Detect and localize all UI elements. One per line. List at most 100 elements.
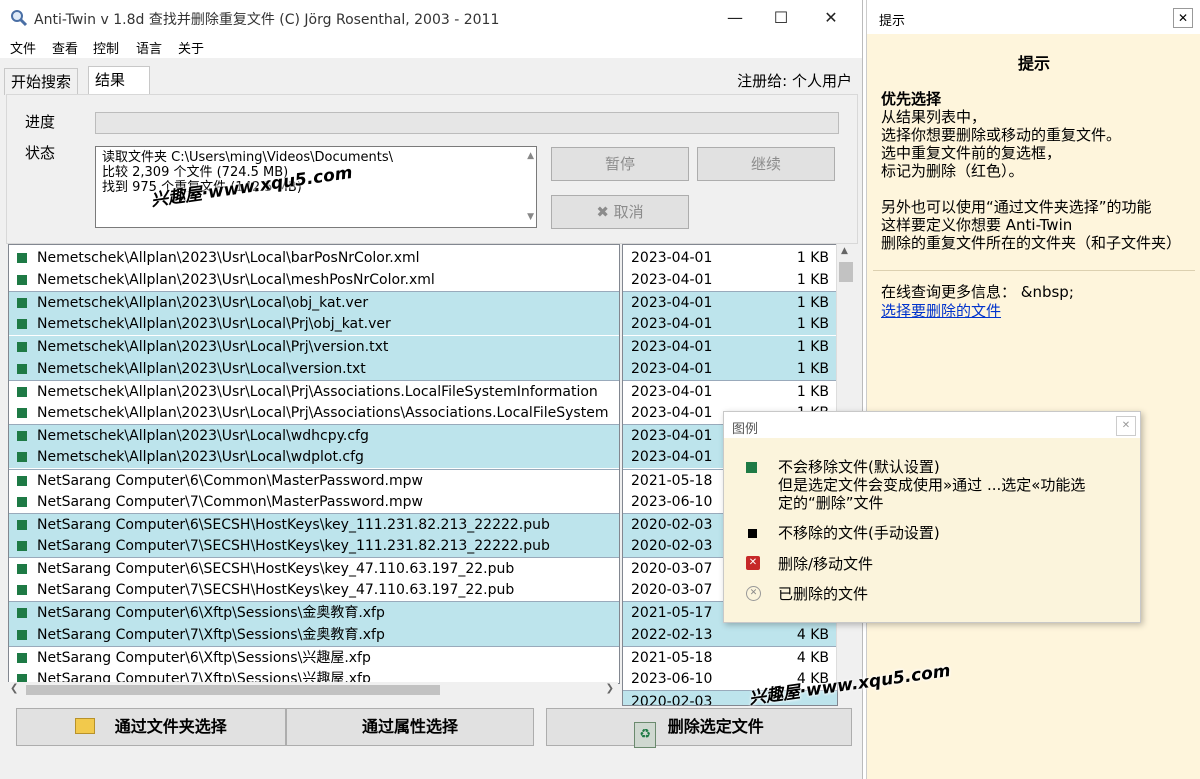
file-row[interactable]: NetSarang Computer\6\Common\MasterPasswo… xyxy=(9,468,619,492)
file-row[interactable]: NetSarang Computer\7\SECSH\HostKeys\key_… xyxy=(9,579,619,601)
file-path: Nemetschek\Allplan\2023\Usr\Local\Prj\As… xyxy=(37,405,609,422)
file-row[interactable]: Nemetschek\Allplan\2023\Usr\Local\Prj\As… xyxy=(9,379,619,403)
delete-selected-button[interactable]: ♻ 删除选定文件 xyxy=(546,708,852,748)
hint-heading: 优先选择 xyxy=(881,90,942,108)
green-square-icon[interactable] xyxy=(17,298,27,309)
select-by-folder-button[interactable]: 通过文件夹选择 xyxy=(16,708,286,746)
file-row[interactable]: NetSarang Computer\6\SECSH\HostKeys\key_… xyxy=(9,512,619,536)
date-size-row[interactable]: 2023-04-01 1 KB xyxy=(623,357,837,380)
window-title: Anti-Twin v 1.8d 查找并删除重复文件 (C) Jörg Rose… xyxy=(34,12,500,28)
green-square-icon[interactable] xyxy=(17,408,27,419)
date-size-row[interactable]: 2021-05-18 4 KB xyxy=(623,645,837,669)
green-square-icon[interactable] xyxy=(17,629,27,640)
file-date: 2020-03-07 xyxy=(631,561,713,578)
date-size-row[interactable]: 2023-04-01 1 KB xyxy=(623,335,837,358)
file-row[interactable]: NetSarang Computer\7\SECSH\HostKeys\key_… xyxy=(9,534,619,557)
file-list[interactable]: Nemetschek\Allplan\2023\Usr\Local\barPos… xyxy=(8,244,620,684)
maximize-button[interactable]: ☐ xyxy=(758,4,804,32)
main-window: Anti-Twin v 1.8d 查找并删除重复文件 (C) Jörg Rose… xyxy=(0,0,863,779)
file-row[interactable]: Nemetschek\Allplan\2023\Usr\Local\obj_ka… xyxy=(9,291,619,315)
file-row[interactable]: NetSarang Computer\7\Common\MasterPasswo… xyxy=(9,491,619,513)
scroll-right-icon[interactable]: ❯ xyxy=(606,683,614,694)
hint-body: 优先选择 从结果列表中， 选择你想要删除或移动的重复文件。 选中重复文件前的复选… xyxy=(881,90,1187,252)
scroll-down-icon[interactable]: ▼ xyxy=(527,210,534,225)
date-size-row[interactable]: 2023-04-01 1 KB xyxy=(623,379,837,403)
green-square-icon xyxy=(746,462,757,473)
file-row[interactable]: Nemetschek\Allplan\2023\Usr\Local\barPos… xyxy=(9,247,619,269)
continue-button[interactable]: 继续 xyxy=(697,147,835,181)
hint-link[interactable]: 选择要删除的文件 xyxy=(881,300,1001,321)
recycle-bin-icon: ♻ xyxy=(634,722,657,748)
menu-about[interactable]: 关于 xyxy=(178,38,204,57)
hint-close-button[interactable]: ✕ xyxy=(1173,8,1193,28)
legend-close-button[interactable]: ✕ xyxy=(1116,416,1136,436)
file-row[interactable]: Nemetschek\Allplan\2023\Usr\Local\Prj\ob… xyxy=(9,313,619,336)
file-row[interactable]: NetSarang Computer\6\SECSH\HostKeys\key_… xyxy=(9,557,619,580)
menu-file[interactable]: 文件 xyxy=(10,38,36,57)
select-by-attribute-button[interactable]: 通过属性选择 xyxy=(286,708,534,746)
pause-button[interactable]: 暂停 xyxy=(551,147,689,181)
legend-title-bar: 图例 ✕ xyxy=(724,412,1140,438)
green-square-icon[interactable] xyxy=(17,585,27,596)
file-date: 2023-04-01 xyxy=(631,428,713,445)
scroll-up-icon[interactable]: ▲ xyxy=(841,246,848,256)
date-size-row[interactable]: 2023-04-01 1 KB xyxy=(623,313,837,336)
green-square-icon[interactable] xyxy=(17,608,27,619)
tab-results[interactable]: 结果 xyxy=(88,66,150,95)
hint-title-bar: 提示 ✕ xyxy=(867,0,1200,34)
close-button[interactable]: ✕ xyxy=(808,4,854,32)
date-size-row[interactable]: 2023-04-01 1 KB xyxy=(623,291,837,315)
menu-language[interactable]: 语言 xyxy=(136,38,162,57)
scroll-left-icon[interactable]: ❮ xyxy=(10,683,18,694)
green-square-icon[interactable] xyxy=(17,652,27,663)
scroll-thumb[interactable] xyxy=(26,685,440,695)
green-square-icon[interactable] xyxy=(17,275,27,286)
file-row[interactable]: Nemetschek\Allplan\2023\Usr\Local\wdhcpy… xyxy=(9,424,619,448)
file-size: 1 KB xyxy=(796,383,829,400)
green-square-icon[interactable] xyxy=(17,564,27,575)
file-date: 2022-02-13 xyxy=(631,626,713,643)
gray-x-icon: ✕ xyxy=(746,586,761,601)
legend-line: 定的“删除”文件 xyxy=(778,494,884,512)
file-row[interactable]: NetSarang Computer\6\Xftp\Sessions\金奥教育.… xyxy=(9,601,619,625)
file-row[interactable]: Nemetschek\Allplan\2023\Usr\Local\wdplot… xyxy=(9,446,619,469)
tab-start-search[interactable]: 开始搜索 xyxy=(4,68,79,95)
green-square-icon[interactable] xyxy=(17,341,27,352)
green-square-icon[interactable] xyxy=(17,386,27,397)
file-row[interactable]: NetSarang Computer\6\Xftp\Sessions\兴趣屋.x… xyxy=(9,645,619,669)
green-square-icon[interactable] xyxy=(17,319,27,330)
date-size-row[interactable]: 2023-04-01 1 KB xyxy=(623,269,837,291)
horizontal-scrollbar[interactable]: ❮ ❯ xyxy=(8,682,618,698)
file-row[interactable]: Nemetschek\Allplan\2023\Usr\Local\meshPo… xyxy=(9,269,619,291)
file-date: 2023-04-01 xyxy=(631,383,713,400)
green-square-icon[interactable] xyxy=(17,452,27,463)
file-date: 2023-04-01 xyxy=(631,295,713,312)
menu-view[interactable]: 查看 xyxy=(52,38,78,57)
minimize-button[interactable]: — xyxy=(712,4,758,32)
green-square-icon[interactable] xyxy=(17,519,27,530)
green-square-icon[interactable] xyxy=(17,475,27,486)
cancel-button[interactable]: ✖ 取消 xyxy=(551,195,689,229)
date-size-row[interactable]: 2023-04-01 1 KB xyxy=(623,247,837,269)
file-row[interactable]: NetSarang Computer\7\Xftp\Sessions\金奥教育.… xyxy=(9,623,619,646)
green-square-icon[interactable] xyxy=(17,431,27,442)
file-date: 2021-05-18 xyxy=(631,472,713,489)
green-square-icon[interactable] xyxy=(17,253,27,263)
menu-bar: 文件 查看 控制 语言 关于 xyxy=(0,36,862,58)
registered-to: 注册给: 个人用户 xyxy=(737,72,852,90)
file-row[interactable]: Nemetschek\Allplan\2023\Usr\Local\Prj\ve… xyxy=(9,335,619,358)
file-path: NetSarang Computer\7\SECSH\HostKeys\key_… xyxy=(37,537,550,554)
green-square-icon[interactable] xyxy=(17,363,27,374)
progress-bar xyxy=(95,112,839,134)
green-square-icon[interactable] xyxy=(17,540,27,551)
file-row[interactable]: Nemetschek\Allplan\2023\Usr\Local\versio… xyxy=(9,357,619,380)
hint-line: 删除的重复文件所在的文件夹（和子文件夹） xyxy=(881,234,1182,252)
green-square-icon[interactable] xyxy=(17,496,27,507)
scroll-up-icon[interactable]: ▲ xyxy=(527,149,534,164)
file-date: 2023-04-01 xyxy=(631,250,713,266)
scroll-thumb[interactable] xyxy=(839,262,853,282)
menu-control[interactable]: 控制 xyxy=(93,38,119,57)
date-size-row[interactable]: 2022-02-13 4 KB xyxy=(623,623,837,646)
file-path: Nemetschek\Allplan\2023\Usr\Local\versio… xyxy=(37,360,366,377)
file-row[interactable]: Nemetschek\Allplan\2023\Usr\Local\Prj\As… xyxy=(9,402,619,424)
